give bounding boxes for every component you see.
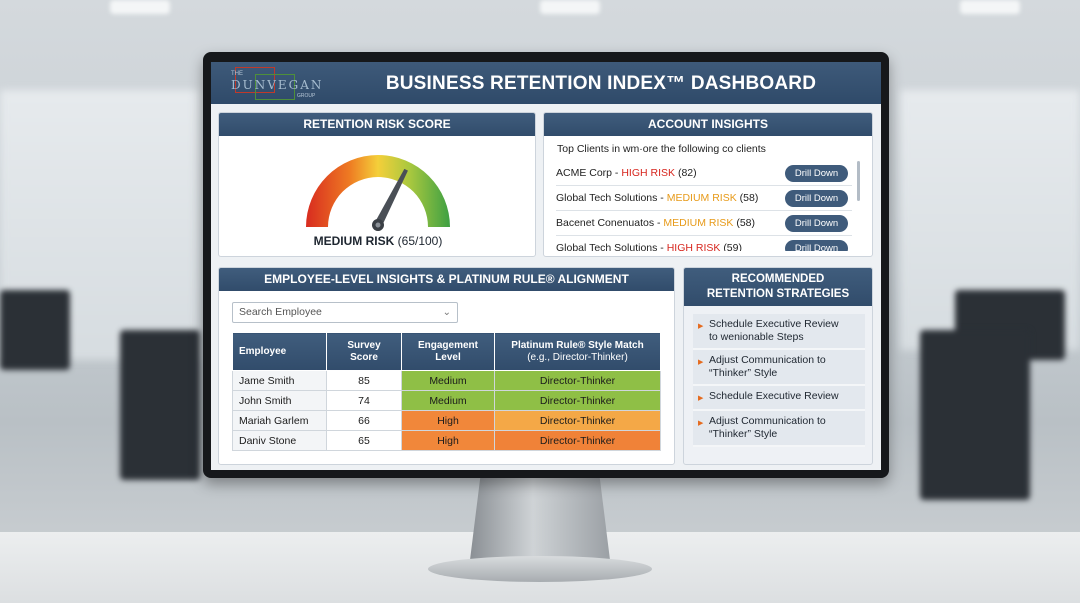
- account-list[interactable]: ACME Corp - HIGH RISK (82) Drill Down Gl…: [556, 161, 852, 251]
- employee-name: Daniv Stone: [232, 430, 327, 451]
- ceiling-light: [540, 0, 600, 14]
- account-name: Global Tech Solutions -: [556, 192, 667, 204]
- monitor-stand: [470, 470, 610, 560]
- account-score: (58): [739, 192, 759, 204]
- account-insights-intro: Top Clients in wm·ore the following co c…: [557, 143, 766, 155]
- bullet-arrow-icon: ▶: [698, 323, 704, 330]
- drill-down-button[interactable]: Drill Down: [785, 165, 848, 182]
- table-row[interactable]: Daniv Stone 65 High Director-Thinker: [232, 430, 661, 451]
- table-row[interactable]: John Smith 74 Medium Director-Thinker: [232, 390, 661, 411]
- employee-name: Mariah Garlem: [232, 410, 327, 431]
- table-row[interactable]: Mariah Garlem 66 High Director-Thinker: [232, 410, 661, 431]
- dashboard-screen: THE DUNVEGAN GROUP BUSINESS RETENTION IN…: [211, 62, 881, 470]
- account-score: (58): [736, 217, 756, 229]
- chevron-down-icon[interactable]: ⌄: [443, 303, 451, 322]
- drill-down-button[interactable]: Drill Down: [785, 190, 848, 207]
- account-insights-heading: ACCOUNT INSIGHTS: [544, 113, 872, 136]
- account-entry: Bacenet Conenuatos - MEDIUM RISK (58): [556, 217, 755, 229]
- account-score: (82): [677, 167, 697, 179]
- account-risk: MEDIUM RISK: [666, 192, 737, 204]
- background-chair: [120, 330, 200, 480]
- risk-score-value: (65/100): [397, 234, 443, 248]
- survey-score: 85: [326, 370, 402, 391]
- bullet-arrow-icon: ▶: [698, 395, 704, 402]
- logo-group: GROUP: [297, 93, 316, 99]
- account-risk: MEDIUM RISK: [663, 217, 734, 229]
- retention-risk-heading: RETENTION RISK SCORE: [219, 113, 535, 136]
- logo-the: THE: [231, 71, 243, 77]
- column-employee: Employee: [232, 332, 327, 371]
- account-entry: ACME Corp - HIGH RISK (82): [556, 167, 697, 179]
- engagement-level: Medium: [401, 390, 495, 411]
- strategy-item[interactable]: ▶ Adjust Communication to “Thinker” Style: [693, 350, 865, 386]
- account-row: ACME Corp - HIGH RISK (82) Drill Down: [556, 161, 852, 186]
- bullet-arrow-icon: ▶: [698, 359, 704, 366]
- logo-name: DUNVEGAN: [231, 78, 324, 92]
- retention-strategies-heading: RECOMMENDED RETENTION STRATEGIES: [684, 268, 872, 306]
- strategy-item[interactable]: ▶ Adjust Communication to “Thinker” Style: [693, 411, 865, 447]
- account-insights-panel: ACCOUNT INSIGHTS Top Clients in wm·ore t…: [543, 112, 873, 257]
- risk-gauge: [306, 155, 450, 231]
- background-chair: [920, 330, 1030, 500]
- employee-insights-heading: EMPLOYEE-LEVEL INSIGHTS & PLATINUM RULE®…: [219, 268, 674, 291]
- survey-score: 66: [326, 410, 402, 431]
- engagement-level: High: [401, 430, 495, 451]
- page-title: BUSINESS RETENTION INDEX™ DASHBOARD: [385, 73, 817, 94]
- strategy-item[interactable]: ▶ Schedule Executive Review: [693, 386, 865, 411]
- background-monitor: [0, 290, 70, 370]
- style-match: Director-Thinker: [494, 390, 661, 411]
- style-match: Director-Thinker: [494, 370, 661, 391]
- monitor-stand-base: [428, 556, 652, 582]
- account-row: Bacenet Conenuatos - MEDIUM RISK (58) Dr…: [556, 211, 852, 236]
- column-platinum-style: Platinum Rule® Style Match (e.g., Directo…: [494, 332, 661, 371]
- employee-name: John Smith: [232, 390, 327, 411]
- table-row[interactable]: Jame Smith 85 Medium Director-Thinker: [232, 370, 661, 391]
- employee-table: Employee Survey Score Engagement Level Pla…: [232, 332, 661, 451]
- account-entry: Global Tech Solutions - HIGH RISK (59): [556, 242, 742, 251]
- bullet-arrow-icon: ▶: [698, 420, 704, 427]
- strategy-list: ▶ Schedule Executive Review to wenionable…: [693, 314, 865, 447]
- risk-level-label: MEDIUM RISK: [313, 234, 395, 248]
- strategy-item[interactable]: ▶ Schedule Executive Review to wenionable…: [693, 314, 865, 350]
- engagement-level: High: [401, 410, 495, 431]
- account-name: ACME Corp -: [556, 167, 622, 179]
- style-match: Director-Thinker: [494, 430, 661, 451]
- search-placeholder: Search Employee: [239, 306, 322, 318]
- employee-insights-panel: EMPLOYEE-LEVEL INSIGHTS & PLATINUM RULE®…: [218, 267, 675, 465]
- gauge-arc: [306, 155, 450, 227]
- header-bar: THE DUNVEGAN GROUP BUSINESS RETENTION IN…: [211, 62, 881, 104]
- search-employee-input[interactable]: Search Employee ⌄: [232, 302, 458, 323]
- monitor: THE DUNVEGAN GROUP BUSINESS RETENTION IN…: [203, 52, 889, 478]
- table-header-row: Employee Survey Score Engagement Level Pla…: [232, 332, 661, 371]
- column-survey-score: Survey Score: [326, 332, 402, 371]
- account-risk: HIGH RISK: [621, 167, 676, 179]
- account-row: Global Tech Solutions - MEDIUM RISK (58)…: [556, 186, 852, 211]
- ceiling-light: [110, 0, 170, 14]
- column-engagement-level: Engagement Level: [401, 332, 495, 371]
- retention-strategies-panel: RECOMMENDED RETENTION STRATEGIES ▶ Schedu…: [683, 267, 873, 465]
- risk-level-text: MEDIUM RISK (65/100): [219, 234, 537, 248]
- survey-score: 65: [326, 430, 402, 451]
- account-entry: Global Tech Solutions - MEDIUM RISK (58): [556, 192, 758, 204]
- account-score: (59): [723, 242, 742, 251]
- employee-name: Jame Smith: [232, 370, 327, 391]
- drill-down-button[interactable]: Drill Down: [785, 215, 848, 232]
- company-logo: THE DUNVEGAN GROUP: [227, 66, 323, 100]
- account-list-scrollbar[interactable]: [857, 161, 860, 201]
- account-name: Global Tech Solutions -: [556, 242, 667, 251]
- ceiling-light: [960, 0, 1020, 14]
- account-row: Global Tech Solutions - HIGH RISK (59) D…: [556, 236, 852, 251]
- account-name: Bacenet Conenuatos -: [556, 217, 664, 229]
- account-risk: HIGH RISK: [666, 242, 721, 251]
- survey-score: 74: [326, 390, 402, 411]
- engagement-level: Medium: [401, 370, 495, 391]
- style-match: Director-Thinker: [494, 410, 661, 431]
- drill-down-button[interactable]: Drill Down: [785, 240, 848, 251]
- retention-risk-panel: RETENTION RISK SCORE MEDIUM RISK (65/100…: [218, 112, 536, 257]
